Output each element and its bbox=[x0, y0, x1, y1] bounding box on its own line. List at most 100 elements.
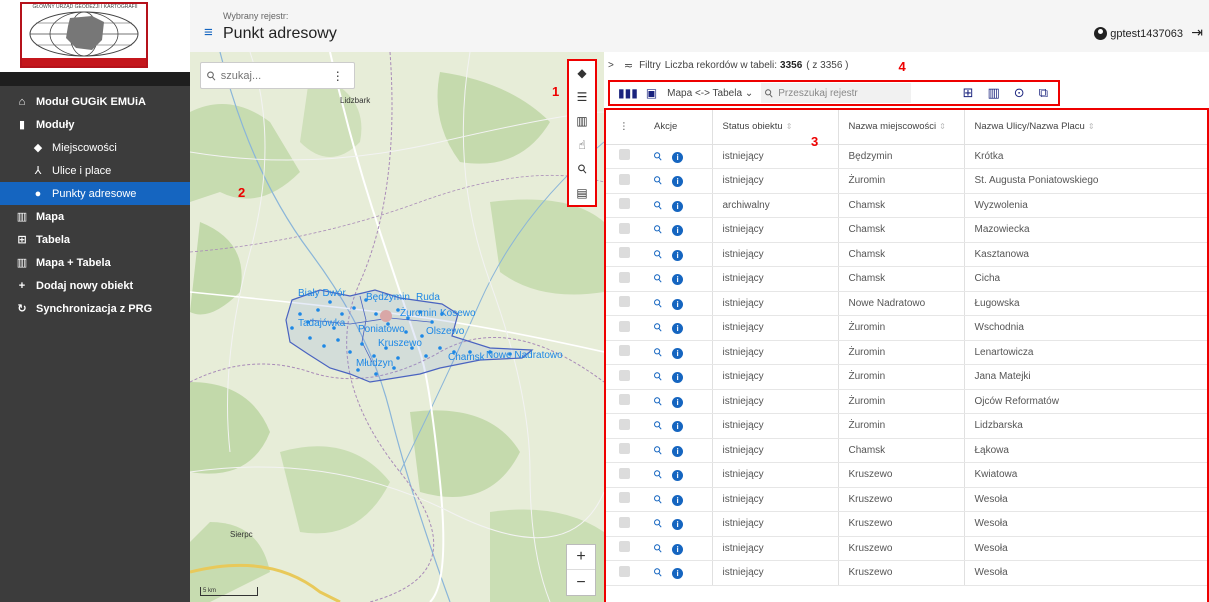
table-row[interactable]: ⚲ i istniejący Kruszewo Wesoła bbox=[606, 487, 1207, 512]
zoom-to-icon[interactable]: ⚲ bbox=[651, 394, 665, 408]
info-icon[interactable]: i bbox=[672, 396, 684, 408]
sidebar-item[interactable]: ⅄ Ulice i place bbox=[0, 159, 190, 182]
user-menu[interactable]: gptest1437063 bbox=[1094, 27, 1183, 40]
table-row[interactable]: ⚲ i istniejący Chamsk Mazowiecka bbox=[606, 217, 1207, 243]
zoom-to-icon[interactable]: ⚲ bbox=[651, 247, 665, 261]
row-checkbox[interactable] bbox=[618, 369, 630, 381]
logout-icon[interactable]: ⇥ bbox=[1191, 24, 1203, 41]
info-icon[interactable]: i bbox=[672, 225, 684, 237]
info-icon[interactable]: i bbox=[672, 347, 684, 359]
sidebar-item[interactable]: + Dodaj nowy obiekt bbox=[0, 274, 190, 297]
target-icon[interactable]: ⊙ bbox=[1014, 85, 1025, 101]
table-menu-icon[interactable]: ⋮ bbox=[606, 110, 642, 145]
zoom-to-icon[interactable]: ⚲ bbox=[651, 467, 665, 482]
zoom-to-icon[interactable]: ⚲ bbox=[651, 296, 665, 310]
register-search[interactable]: ⚲ Przeszukaj rejestr bbox=[761, 83, 912, 103]
sidebar-item[interactable]: ● Punkty adresowe bbox=[0, 182, 190, 205]
info-icon[interactable]: i bbox=[672, 274, 684, 286]
sidebar-item[interactable]: ◆ Miejscowości bbox=[0, 136, 190, 159]
info-icon[interactable]: i bbox=[672, 200, 684, 212]
table-row[interactable]: ⚲ i istniejący Żuromin Lenartowicza bbox=[606, 340, 1207, 365]
filter-icon[interactable]: ≂ bbox=[624, 59, 633, 72]
info-icon[interactable]: i bbox=[672, 176, 684, 188]
more-vert-icon[interactable]: ⋮ bbox=[332, 69, 344, 83]
row-checkbox[interactable] bbox=[618, 541, 630, 553]
table-row[interactable]: ⚲ i istniejący Kruszewo Wesoła bbox=[606, 511, 1207, 537]
sort-icon[interactable]: ⇕ bbox=[939, 122, 946, 131]
table-row[interactable]: ⚲ i istniejący Kruszewo Wesoła bbox=[606, 560, 1207, 586]
pan-hand-icon[interactable]: ☝ bbox=[569, 133, 595, 157]
zoom-to-icon[interactable]: ⚲ bbox=[651, 492, 665, 506]
print-icon[interactable]: ▤ bbox=[569, 181, 595, 205]
row-checkbox[interactable] bbox=[618, 173, 630, 185]
columns-icon[interactable]: ▮▮▮ bbox=[618, 86, 638, 100]
zoom-to-icon[interactable]: ⚲ bbox=[651, 173, 665, 188]
row-checkbox[interactable] bbox=[618, 345, 630, 357]
table-row[interactable]: ⚲ i istniejący Chamsk Cicha bbox=[606, 266, 1207, 292]
zoom-to-icon[interactable]: ⚲ bbox=[651, 320, 665, 335]
table-row[interactable]: ⚲ i istniejący Żuromin Lidzbarska bbox=[606, 413, 1207, 439]
row-checkbox[interactable] bbox=[618, 516, 630, 528]
map-view-icon[interactable]: ▥ bbox=[988, 85, 1000, 101]
info-icon[interactable]: i bbox=[672, 323, 684, 335]
menu-icon[interactable]: ≡ bbox=[204, 24, 213, 41]
zoom-to-icon[interactable]: ⚲ bbox=[651, 516, 665, 531]
layers-icon[interactable]: ◆ bbox=[569, 61, 595, 85]
info-icon[interactable]: i bbox=[672, 151, 684, 163]
row-checkbox[interactable] bbox=[618, 394, 630, 406]
save-icon[interactable]: ▣ bbox=[646, 86, 657, 100]
info-icon[interactable]: i bbox=[672, 421, 684, 433]
row-checkbox[interactable] bbox=[618, 222, 630, 234]
info-icon[interactable]: i bbox=[672, 249, 684, 261]
sidebar-item[interactable]: ⌂ Moduł GUGiK EMUiA bbox=[0, 90, 190, 113]
info-icon[interactable]: i bbox=[672, 298, 684, 310]
row-checkbox[interactable] bbox=[618, 149, 630, 161]
zoom-to-icon[interactable]: ⚲ bbox=[651, 541, 665, 555]
table-row[interactable]: ⚲ i istniejący Chamsk Łąkowa bbox=[606, 438, 1207, 463]
row-checkbox[interactable] bbox=[618, 467, 630, 479]
header-town[interactable]: Nazwa miejscowości ⇕ bbox=[838, 110, 965, 145]
map-icon[interactable]: ▥ bbox=[569, 109, 595, 133]
expand-chevron-icon[interactable]: > bbox=[608, 60, 614, 71]
zoom-to-icon[interactable]: ⚲ bbox=[651, 198, 665, 212]
header-street[interactable]: Nazwa Ulicy/Nazwa Placu ⇕ bbox=[964, 110, 1207, 145]
legend-list-icon[interactable]: ☰ bbox=[569, 85, 595, 109]
sort-icon[interactable]: ⇕ bbox=[786, 122, 793, 131]
info-icon[interactable]: i bbox=[672, 568, 684, 580]
table-row[interactable]: ⚲ i istniejący Nowe Nadratowo Ługowska bbox=[606, 291, 1207, 316]
zoom-to-icon[interactable]: ⚲ bbox=[651, 369, 665, 384]
table-row[interactable]: ⚲ i istniejący Chamsk Kasztanowa bbox=[606, 242, 1207, 267]
info-icon[interactable]: i bbox=[672, 494, 684, 506]
copy-layers-icon[interactable]: ⧉ bbox=[1039, 85, 1048, 101]
table-row[interactable]: ⚲ i archiwalny Chamsk Wyzwolenia bbox=[606, 193, 1207, 218]
zoom-to-icon[interactable]: ⚲ bbox=[651, 222, 665, 237]
row-checkbox[interactable] bbox=[618, 198, 630, 210]
row-checkbox[interactable] bbox=[618, 418, 630, 430]
row-checkbox[interactable] bbox=[618, 296, 630, 308]
header-status[interactable]: Status obiektu ⇕ bbox=[712, 110, 839, 145]
info-icon[interactable]: i bbox=[672, 372, 684, 384]
sidebar-item[interactable]: ▥ Mapa + Tabela bbox=[0, 251, 190, 274]
zoom-to-icon[interactable]: ⚲ bbox=[651, 149, 665, 163]
table-row[interactable]: ⚲ i istniejący Kruszewo Kwiatowa bbox=[606, 462, 1207, 488]
grid-table-icon[interactable]: ⊞ bbox=[963, 85, 974, 101]
row-checkbox[interactable] bbox=[618, 565, 630, 577]
zoom-out-button[interactable]: − bbox=[567, 570, 595, 595]
map-search-input[interactable] bbox=[220, 69, 326, 82]
zoom-to-icon[interactable]: ⚲ bbox=[651, 418, 665, 433]
table-row[interactable]: ⚲ i istniejący Żuromin Wschodnia bbox=[606, 315, 1207, 341]
sidebar-item[interactable]: ▮ Moduły bbox=[0, 113, 190, 136]
info-icon[interactable]: i bbox=[672, 543, 684, 555]
zoom-to-icon[interactable]: ⚲ bbox=[651, 565, 665, 580]
table-row[interactable]: ⚲ i istniejący Żuromin Ojców Reformatów bbox=[606, 389, 1207, 414]
info-icon[interactable]: i bbox=[672, 445, 684, 457]
sort-icon[interactable]: ⇕ bbox=[1088, 122, 1095, 131]
map-search-box[interactable]: ⚲ ⋮ bbox=[200, 62, 355, 89]
zoom-to-icon[interactable]: ⚲ bbox=[651, 271, 665, 286]
row-checkbox[interactable] bbox=[618, 443, 630, 455]
zoom-in-button[interactable]: + bbox=[567, 545, 595, 570]
row-checkbox[interactable] bbox=[618, 247, 630, 259]
zoom-search-icon[interactable]: ⚲ bbox=[569, 157, 595, 181]
filter-label[interactable]: Filtry bbox=[639, 60, 661, 71]
table-row[interactable]: ⚲ i istniejący Będzymin Krótka bbox=[606, 144, 1207, 169]
